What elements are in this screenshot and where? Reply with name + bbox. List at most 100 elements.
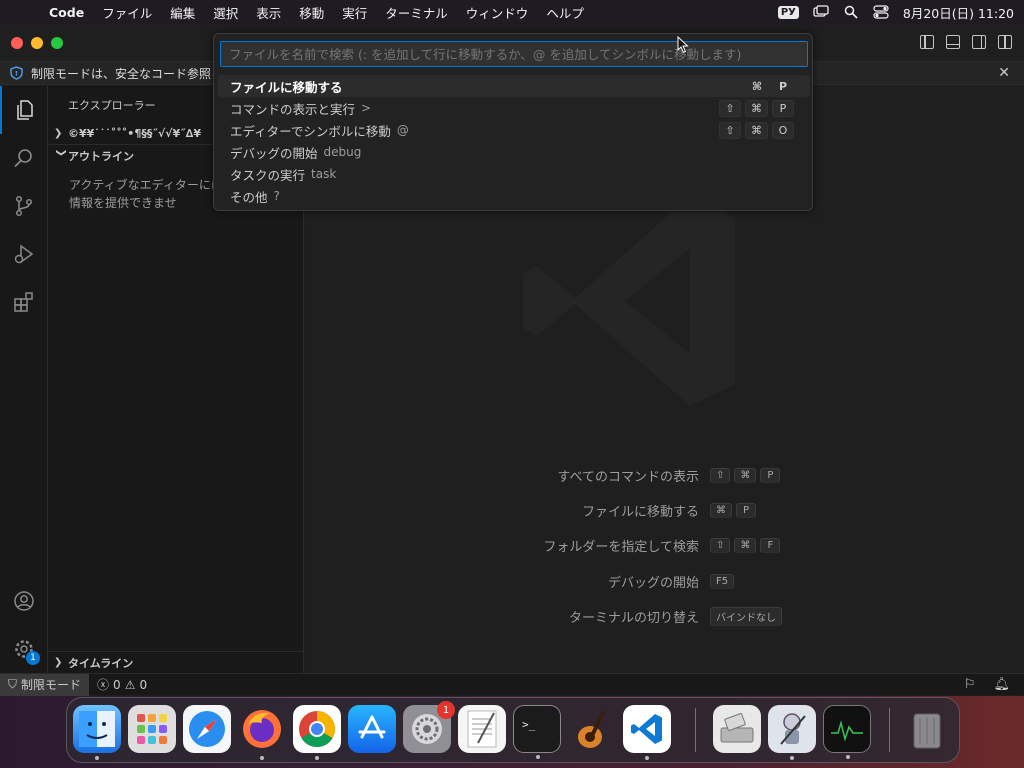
extensions-icon[interactable] (0, 278, 48, 326)
explorer-icon[interactable] (0, 86, 48, 134)
menu-selection[interactable]: 選択 (204, 3, 247, 22)
feedback-icon[interactable]: ⚐ (964, 677, 976, 692)
system-settings-icon[interactable]: 1 (403, 701, 455, 753)
key-cap: ⌘ (751, 79, 763, 93)
garageband-icon[interactable] (568, 705, 616, 753)
timeline-title: タイムライン (68, 656, 134, 670)
menu-terminal[interactable]: ターミナル (376, 3, 457, 22)
chrome-icon[interactable] (293, 705, 341, 760)
toggle-panel-icon[interactable] (946, 35, 960, 49)
accounts-icon[interactable] (0, 577, 48, 625)
restricted-mode-label: 制限モード (21, 678, 82, 692)
item-hint: debug (323, 145, 362, 159)
shield-icon (10, 66, 23, 80)
quick-open-item-run-task[interactable]: タスクの実行 task (218, 163, 810, 185)
item-label: エディターでシンボルに移動 (230, 123, 391, 139)
shortcut-row: デバッグの開始 F5 (305, 572, 1024, 591)
key-cap: F (760, 537, 781, 553)
mouse-pointer-icon (677, 36, 689, 54)
customize-layout-icon[interactable] (998, 35, 1012, 49)
zoom-window-button[interactable] (51, 37, 63, 49)
shortcut-row: フォルダーを指定して検索 ⇧ ⌘ F (305, 536, 1024, 555)
source-control-icon[interactable] (0, 182, 48, 230)
activity-bar: 1 (0, 86, 48, 673)
textedit-icon[interactable] (458, 705, 506, 753)
minimize-window-button[interactable] (31, 37, 43, 49)
key-cap: P (760, 467, 781, 483)
problems-status[interactable]: ⓧ 0 ⚠ 0 (97, 676, 147, 693)
item-hint: @ (396, 123, 409, 137)
key-cap: ⌘ (710, 502, 732, 518)
quick-open-item-more[interactable]: その他 ? (218, 185, 810, 207)
quick-open-item-start-debugging[interactable]: デバッグの開始 debug (218, 141, 810, 163)
run-debug-icon[interactable] (0, 230, 48, 278)
shortcut-row: すべてのコマンドの表示 ⇧ ⌘ P (305, 466, 1024, 485)
key-cap: P (778, 79, 788, 93)
running-indicator (260, 756, 264, 760)
automator-icon[interactable] (768, 705, 816, 760)
item-label: その他 (230, 189, 268, 205)
restricted-mode-status[interactable]: ⛉ 制限モード (0, 673, 90, 696)
menu-go[interactable]: 移動 (290, 3, 333, 22)
search-icon[interactable] (0, 134, 48, 182)
key-cap: O (772, 121, 794, 139)
menu-help[interactable]: ヘルプ (537, 3, 593, 22)
menu-run[interactable]: 実行 (333, 3, 376, 22)
shortcut-row: ファイルに移動する ⌘ P (305, 501, 1024, 520)
menubar-clock[interactable]: 8月20日(日) 11:20 (903, 3, 1014, 22)
banner-text: 制限モードは、安全なコード参照 (31, 66, 212, 81)
manage-badge: 1 (26, 651, 40, 665)
key-cap: P (736, 502, 756, 518)
disk-utility-icon[interactable] (713, 705, 761, 753)
key-cap: ⇧ (710, 537, 731, 553)
running-indicator (846, 755, 850, 759)
timeline-section-header[interactable]: ❯ タイムライン (48, 651, 304, 673)
error-icon: ⓧ (97, 678, 110, 692)
folder-name: ©¥¥˙˙˙˚˚˚•¶§§˝√√¥˝∆¥ (68, 126, 201, 140)
menu-view[interactable]: 表示 (247, 3, 290, 22)
vscode-watermark-logo-icon (523, 196, 735, 406)
quick-open-palette: ファイルに移動する ⌘P コマンドの表示と実行 > ⇧⌘P エディターでシンボル… (213, 33, 813, 211)
menu-app-name[interactable]: Code (40, 5, 93, 20)
quick-open-item-go-to-symbol[interactable]: エディターでシンボルに移動 @ ⇧ ⌘ O (218, 119, 810, 141)
shortcut-label: ターミナルの切り替え (568, 610, 699, 626)
screen-mirroring-icon[interactable] (813, 5, 829, 19)
vscode-icon[interactable] (623, 705, 671, 760)
trash-icon[interactable] (903, 705, 951, 753)
shortcut-row: ターミナルの切り替え バインドなし (305, 606, 1024, 626)
running-indicator (315, 756, 319, 760)
notifications-bell-icon[interactable]: 🔔︎ (993, 677, 1010, 692)
item-label: コマンドの表示と実行 (230, 101, 356, 117)
activity-monitor-icon[interactable] (823, 705, 871, 759)
terminal-icon[interactable]: >_ (513, 705, 561, 759)
sidebar-title: エクスプローラー (68, 99, 156, 112)
macos-menubar: Code ファイル 編集 選択 表示 移動 実行 ターミナル ウィンドウ ヘルプ… (0, 0, 1024, 24)
quick-open-input[interactable] (220, 41, 808, 67)
key-cap: ⇧ (719, 99, 741, 117)
running-indicator (645, 756, 649, 760)
firefox-icon[interactable] (238, 705, 286, 760)
control-center-icon[interactable] (873, 5, 889, 19)
close-window-button[interactable] (11, 37, 23, 49)
svg-text:>_: >_ (522, 718, 536, 731)
menu-window[interactable]: ウィンドウ (457, 3, 538, 22)
finder-icon[interactable] (73, 705, 121, 760)
menu-edit[interactable]: 編集 (161, 3, 204, 22)
item-hint: > (361, 101, 372, 115)
safari-icon[interactable] (183, 705, 231, 753)
app-store-icon[interactable] (348, 705, 396, 753)
manage-gear-icon[interactable]: 1 (0, 625, 48, 673)
running-indicator (536, 755, 540, 759)
toggle-secondary-sidebar-icon[interactable] (972, 35, 986, 49)
key-cap: ⌘ (745, 99, 768, 117)
toggle-primary-sidebar-icon[interactable] (920, 35, 934, 49)
status-bar: ⛉ 制限モード ⓧ 0 ⚠ 0 ⚐ 🔔︎ (0, 673, 1024, 696)
quick-open-item-show-commands[interactable]: コマンドの表示と実行 > ⇧ ⌘ P (218, 97, 810, 119)
launchpad-icon[interactable] (128, 705, 176, 753)
close-icon[interactable]: ✕ (998, 65, 1010, 81)
input-source-indicator[interactable]: РУ (777, 5, 799, 19)
quick-open-item-go-to-file[interactable]: ファイルに移動する ⌘ P (218, 75, 810, 97)
menu-file[interactable]: ファイル (93, 3, 161, 22)
key-cap: F5 (710, 573, 735, 589)
spotlight-search-icon[interactable] (843, 5, 859, 19)
